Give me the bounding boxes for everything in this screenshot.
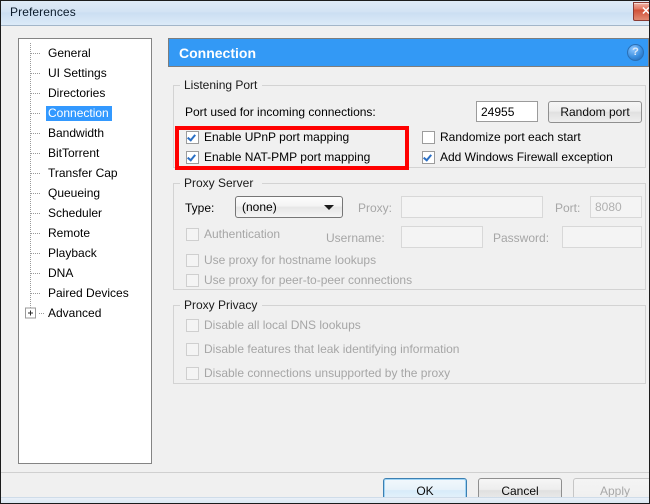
checkbox-label: Add Windows Firewall exception [440,151,613,164]
checkbox-box [186,151,199,164]
window-title: Preferences [10,5,76,19]
sidebar-item-label: Advanced [46,306,104,321]
sidebar-item-label: BitTorrent [46,146,102,161]
checkbox-box [186,343,199,356]
proxy-port-input[interactable] [590,196,642,218]
title-bar: Preferences ✕ [1,1,650,26]
preferences-window: Preferences ✕ General UI Settings Director… [0,0,650,504]
sidebar-item-label: DNA [46,266,76,281]
sidebar-item-scheduler[interactable]: Scheduler [19,203,151,223]
sidebar-item-label: General [46,46,94,61]
window-bottom-strip [1,497,649,503]
help-icon[interactable]: ? [627,44,644,61]
listening-port-input[interactable] [476,101,538,122]
sidebar-item-transfer-cap[interactable]: Transfer Cap [19,163,151,183]
pane-header: Connection ? [168,38,649,67]
checkbox-label: Authentication [204,228,280,241]
checkbox-label: Enable NAT-PMP port mapping [204,151,370,164]
chevron-down-icon [324,205,334,210]
settings-tree[interactable]: General UI Settings Directories Connection B… [18,38,152,464]
checkbox-label: Randomize port each start [440,131,581,144]
checkbox-label: Disable all local DNS lookups [204,319,361,332]
sidebar-item-label: Bandwidth [46,126,107,141]
proxy-type-label: Type: [185,201,214,215]
checkbox-use-proxy-for-peer-to-peer-connections[interactable]: Use proxy for peer-to-peer connections [186,274,412,287]
sidebar-item-ui-settings[interactable]: UI Settings [19,63,151,83]
sidebar-item-general[interactable]: General [19,43,151,63]
dialog-client-area: General UI Settings Directories Connection B… [1,26,649,503]
sidebar-item-paired-devices[interactable]: Paired Devices [19,283,151,303]
checkbox-disable-all-local-dns-lookups[interactable]: Disable all local DNS lookups [186,319,361,332]
sidebar-item-dna[interactable]: DNA [19,263,151,283]
proxy-password-label: Password: [493,231,549,245]
proxy-password-input[interactable] [562,226,642,248]
sidebar-item-directories[interactable]: Directories [19,83,151,103]
checkbox-disable-features-that-leak-identifying-information[interactable]: Disable features that leak identifying i… [186,343,459,356]
checkbox-use-proxy-for-hostname-lookups[interactable]: Use proxy for hostname lookups [186,254,376,267]
checkbox-box [422,131,435,144]
checkbox-authentication[interactable]: Authentication [186,228,280,241]
checkbox-box [422,151,435,164]
proxy-privacy-group: Proxy Privacy Disable all local DNS look… [173,298,646,384]
proxy-type-select[interactable]: (none) [235,196,343,218]
cancel-button-label: Cancel [501,484,538,498]
proxy-username-label: Username: [326,231,385,245]
checkbox-box [186,131,199,144]
checkbox-enable-nat-pmp-port-mapping[interactable]: Enable NAT-PMP port mapping [186,151,370,164]
proxy-username-input[interactable] [401,226,483,248]
proxy-port-label: Port: [555,201,580,215]
group-title: Proxy Privacy [181,298,260,312]
listening-port-group: Listening Port Port used for incoming co… [173,78,646,168]
sidebar-item-label: Directories [46,86,108,101]
checkbox-box [186,274,199,287]
sidebar-item-label: Transfer Cap [46,166,121,181]
checkbox-box [186,367,199,380]
checkbox-add-windows-firewall-exception[interactable]: Add Windows Firewall exception [422,151,613,164]
checkbox-label: Use proxy for peer-to-peer connections [204,274,412,287]
checkbox-box [186,228,199,241]
settings-pane: Connection ? Listening Port Port used fo… [168,38,650,464]
group-title: Proxy Server [181,176,256,190]
random-port-button[interactable]: Random port [548,101,642,123]
group-title: Listening Port [181,78,260,92]
sidebar-item-label: Queueing [46,186,103,201]
sidebar-item-bittorrent[interactable]: BitTorrent [19,143,151,163]
sidebar-item-playback[interactable]: Playback [19,243,151,263]
sidebar-item-queueing[interactable]: Queueing [19,183,151,203]
sidebar-item-label: Scheduler [46,206,105,221]
sidebar-item-label: Playback [46,246,100,261]
sidebar-item-label: Paired Devices [46,286,132,301]
proxy-server-group: Proxy Server Type: (none) Proxy: Port: A… [173,176,646,290]
checkbox-enable-upnp-port-mapping[interactable]: Enable UPnP port mapping [186,131,349,144]
sidebar-item-label: Remote [46,226,93,241]
sidebar-item-remote[interactable]: Remote [19,223,151,243]
checkbox-label: Disable connections unsupported by the p… [204,367,450,380]
sidebar-item-bandwidth[interactable]: Bandwidth [19,123,151,143]
proxy-host-input[interactable] [401,196,543,218]
sidebar-item-label: Connection [46,106,112,121]
ok-button-label: OK [416,484,433,498]
checkbox-label: Disable features that leak identifying i… [204,343,459,356]
close-icon: ✕ [641,6,650,17]
apply-button-label: Apply [600,484,630,498]
page-title: Connection [179,45,256,61]
sidebar-item-label: UI Settings [46,66,110,81]
sidebar-item-connection[interactable]: Connection [19,103,151,123]
checkbox-randomize-port-each-start[interactable]: Randomize port each start [422,131,581,144]
close-button[interactable]: ✕ [633,2,650,21]
port-used-label: Port used for incoming connections: [185,105,376,119]
checkbox-box [186,254,199,267]
checkbox-box [186,319,199,332]
proxy-type-value: (none) [242,200,277,214]
checkbox-disable-connections-unsupported-by-the-proxy[interactable]: Disable connections unsupported by the p… [186,367,450,380]
checkbox-label: Use proxy for hostname lookups [204,254,376,267]
proxy-host-label: Proxy: [358,201,392,215]
random-port-button-label: Random port [560,105,629,119]
sidebar-item-advanced[interactable]: Advanced [19,303,151,323]
expand-plus-icon[interactable] [25,308,36,319]
checkbox-label: Enable UPnP port mapping [204,131,349,144]
